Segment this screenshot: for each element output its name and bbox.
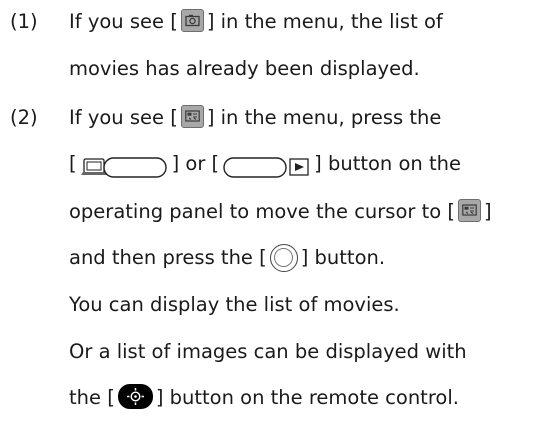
item-number: (2) — [10, 106, 38, 129]
movie-mode-icon — [458, 199, 481, 222]
text-segment: ] button on the — [314, 152, 461, 175]
camera-mode-icon — [180, 9, 204, 32]
text-segment: If you see [ — [69, 10, 178, 33]
left-arrow-button-icon — [80, 151, 169, 178]
text-segment: ] button on the remote control. — [155, 386, 459, 409]
text-segment: ] in the menu, press the — [206, 106, 442, 129]
text-segment: operating panel to move the cursor to [ — [69, 200, 455, 223]
enter-button-icon — [269, 243, 298, 272]
text-segment: [ — [69, 152, 77, 175]
item-number: (1) — [10, 10, 38, 33]
text-segment: the [ — [69, 386, 115, 409]
text-segment: movies has already been displayed. — [69, 57, 420, 80]
movie-mode-icon — [180, 105, 204, 128]
text-segment: Or a list of images can be displayed wit… — [69, 340, 467, 363]
text-segment: and then press the [ — [69, 246, 267, 269]
text-segment: ] or [ — [171, 152, 220, 175]
text-segment: ] — [484, 200, 492, 223]
remote-image-list-button-icon — [117, 384, 153, 409]
text-segment: ] in the menu, the list of — [206, 10, 443, 33]
text-segment: You can display the list of movies. — [69, 293, 400, 316]
text-segment: ] button. — [300, 246, 386, 269]
right-arrow-button-icon — [222, 151, 311, 178]
text-segment: If you see [ — [69, 106, 178, 129]
